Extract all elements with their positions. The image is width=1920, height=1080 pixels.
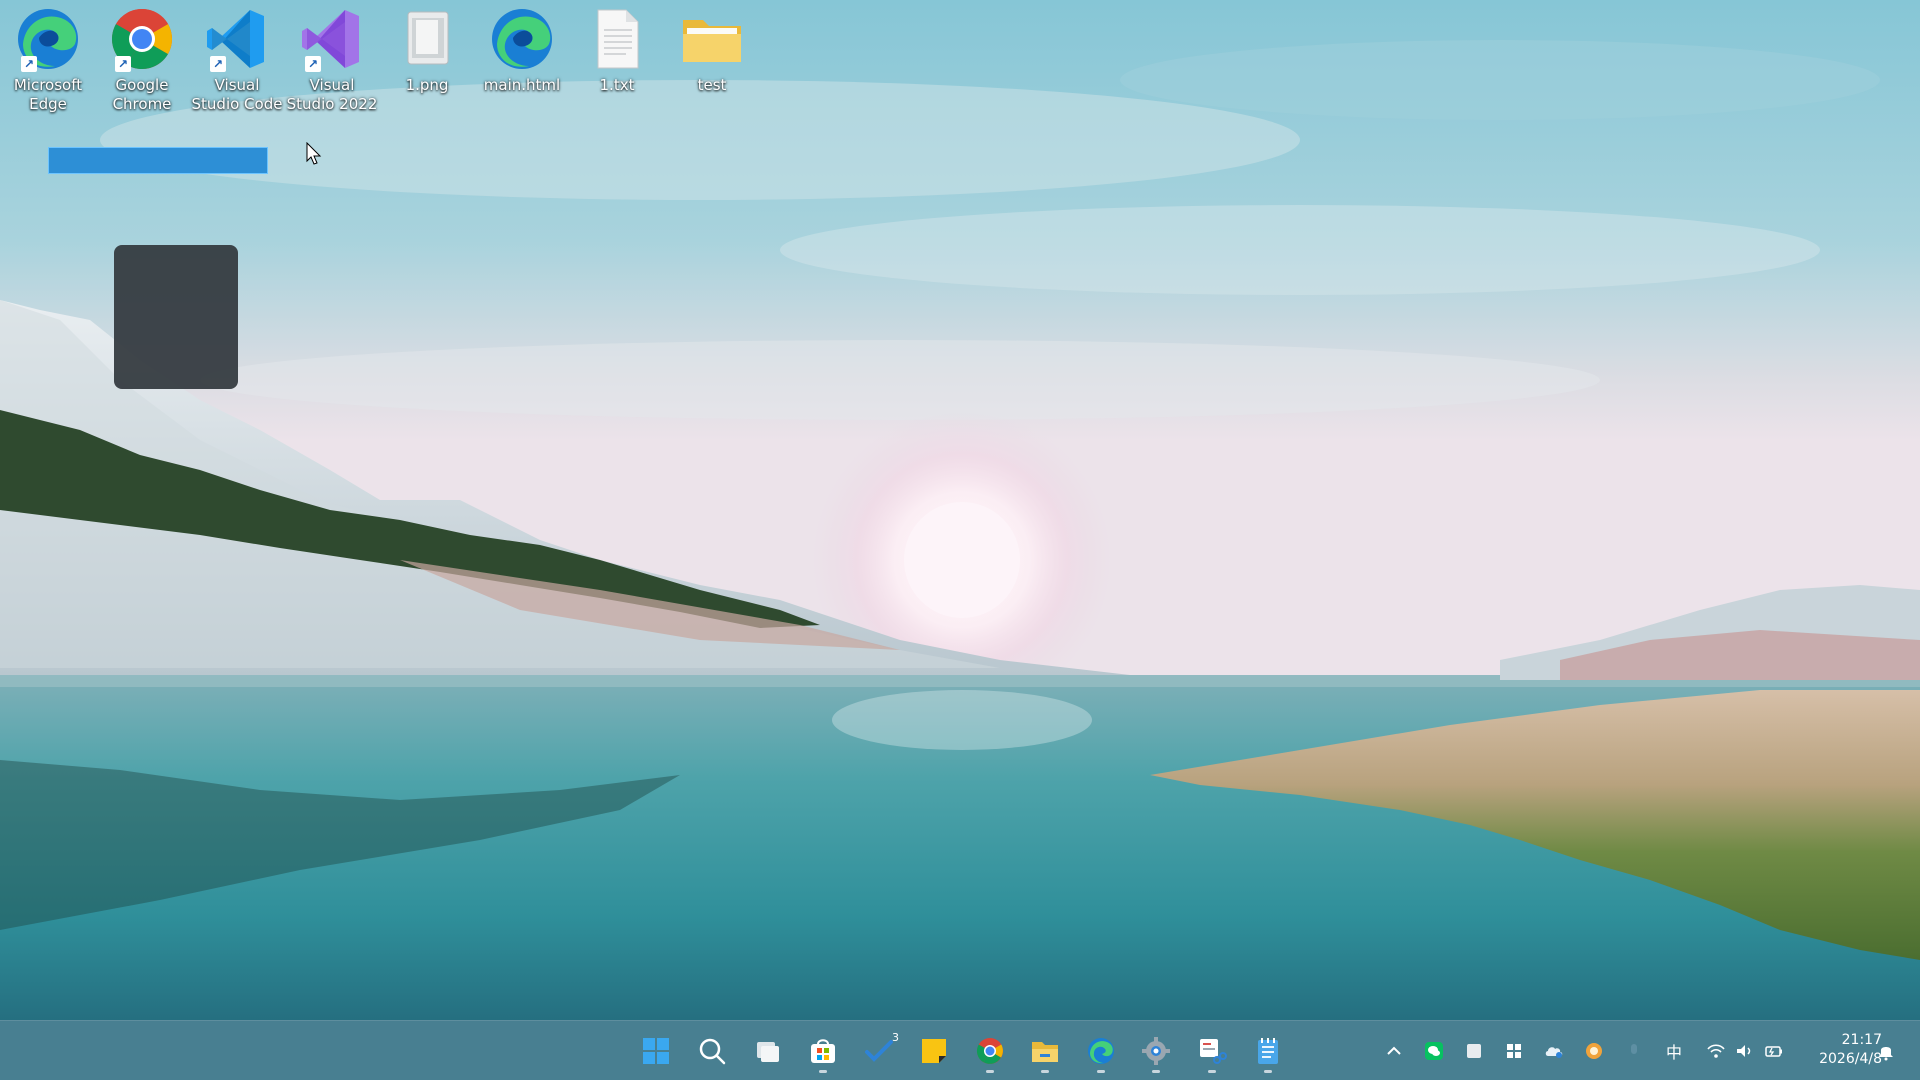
desktop-icon-label: test bbox=[697, 76, 727, 94]
taskbar: 3 中 21:17 2026/4/8 bbox=[0, 1020, 1920, 1080]
desktop-icon-label: Microsoft Edge bbox=[13, 76, 83, 113]
shortcut-arrow-icon: ↗ bbox=[210, 56, 226, 72]
tray-onedrive[interactable] bbox=[1540, 1037, 1568, 1065]
gear-icon bbox=[1142, 1037, 1170, 1065]
desktop-rename-box[interactable] bbox=[48, 147, 268, 174]
taskbar-chrome-button[interactable] bbox=[968, 1029, 1012, 1073]
mouse-cursor-icon bbox=[306, 142, 322, 165]
text-file-icon bbox=[582, 4, 652, 74]
chrome-icon: ↗ bbox=[107, 4, 177, 74]
floating-dark-tile bbox=[114, 245, 238, 389]
taskbar-sticky-notes-button[interactable] bbox=[912, 1029, 956, 1073]
desktop-icon-test[interactable]: test bbox=[665, 4, 759, 124]
app-window-icon bbox=[1467, 1044, 1481, 1058]
running-indicator bbox=[986, 1070, 994, 1073]
search-icon bbox=[699, 1038, 726, 1065]
taskbar-start-button[interactable] bbox=[634, 1029, 678, 1073]
edge-html-icon bbox=[487, 4, 557, 74]
running-indicator bbox=[1152, 1070, 1160, 1073]
orange-app-icon bbox=[1586, 1043, 1602, 1059]
taskbar-todo-button[interactable]: 3 bbox=[857, 1029, 901, 1073]
wechat-icon bbox=[1425, 1042, 1443, 1060]
tray-ime-indicator[interactable]: 中 bbox=[1660, 1037, 1688, 1065]
taskbar-task-view-button[interactable] bbox=[746, 1029, 790, 1073]
sticky-notes-icon bbox=[922, 1039, 946, 1063]
shortcut-arrow-icon: ↗ bbox=[21, 56, 37, 72]
chevron-up-icon bbox=[1387, 1046, 1401, 1055]
desktop-icon-main-html[interactable]: main.html bbox=[475, 4, 569, 124]
running-indicator bbox=[819, 1070, 827, 1073]
taskbar-store-button[interactable] bbox=[801, 1029, 845, 1073]
image-file-icon bbox=[392, 4, 462, 74]
clock-time: 21:17 bbox=[1841, 1032, 1882, 1048]
mic-icon bbox=[1631, 1044, 1637, 1054]
tray-orange-app[interactable] bbox=[1580, 1037, 1608, 1065]
tray-notifications-button[interactable] bbox=[1872, 1037, 1900, 1065]
windows-start-icon bbox=[643, 1038, 669, 1064]
desktop-wallpaper bbox=[0, 0, 1920, 1080]
desktop-icon-1-txt[interactable]: 1.txt bbox=[570, 4, 664, 124]
desktop-icon-label: 1.txt bbox=[599, 76, 635, 94]
task-view-icon bbox=[757, 1042, 779, 1062]
visual-studio-icon: ↗ bbox=[297, 4, 367, 74]
cloud-icon bbox=[1545, 1047, 1563, 1058]
desktop-icon-label: Visual Studio 2022 bbox=[286, 76, 378, 113]
desktop-icon-microsoft-edge[interactable]: ↗ Microsoft Edge bbox=[1, 4, 95, 124]
todo-badge: 3 bbox=[892, 1031, 899, 1044]
tray-battery[interactable] bbox=[1760, 1037, 1788, 1065]
tray-app-window[interactable] bbox=[1460, 1037, 1488, 1065]
taskbar-settings-button[interactable] bbox=[1134, 1029, 1178, 1073]
todo-check-icon bbox=[865, 1040, 893, 1062]
clock-date: 2026/4/8 bbox=[1819, 1051, 1882, 1067]
shortcut-arrow-icon: ↗ bbox=[305, 56, 321, 72]
running-indicator bbox=[1097, 1070, 1105, 1073]
tray-wechat[interactable] bbox=[1420, 1037, 1448, 1065]
taskbar-file-explorer-button[interactable] bbox=[1023, 1029, 1067, 1073]
tray-grid-app[interactable] bbox=[1500, 1037, 1528, 1065]
desktop-icon-label: main.html bbox=[483, 76, 561, 94]
running-indicator bbox=[1041, 1070, 1049, 1073]
vscode-icon: ↗ bbox=[202, 4, 272, 74]
folder-icon bbox=[1032, 1042, 1058, 1062]
taskbar-clock[interactable]: 21:17 2026/4/8 bbox=[1792, 1031, 1882, 1069]
folder-icon bbox=[677, 4, 747, 74]
taskbar-edge-button[interactable] bbox=[1079, 1029, 1123, 1073]
desktop-icon-google-chrome[interactable]: ↗ Google Chrome bbox=[95, 4, 189, 124]
desktop-icon-label: 1.png bbox=[405, 76, 449, 94]
tray-overflow-button[interactable] bbox=[1380, 1037, 1408, 1065]
desktop-icon-visual-studio-code[interactable]: ↗ Visual Studio Code bbox=[190, 4, 284, 124]
grid-app-icon bbox=[1507, 1044, 1521, 1058]
wifi-icon bbox=[1707, 1044, 1725, 1058]
notification-bell-icon bbox=[1879, 1047, 1893, 1061]
taskbar-notepad-button[interactable] bbox=[1246, 1029, 1290, 1073]
shortcut-arrow-icon: ↗ bbox=[115, 56, 131, 72]
desktop-icon-label: Visual Studio Code bbox=[191, 76, 283, 113]
tray-hidden-app[interactable] bbox=[1620, 1037, 1648, 1065]
chrome-icon bbox=[976, 1038, 1003, 1064]
taskbar-search-button[interactable] bbox=[690, 1029, 734, 1073]
tray-volume[interactable] bbox=[1730, 1037, 1758, 1065]
edge-icon: ↗ bbox=[13, 4, 83, 74]
desktop-icon-visual-studio-2022[interactable]: ↗ Visual Studio 2022 bbox=[285, 4, 379, 124]
running-indicator bbox=[1208, 1070, 1216, 1073]
edge-icon bbox=[1088, 1038, 1114, 1064]
battery-icon bbox=[1765, 1046, 1782, 1057]
store-icon bbox=[811, 1039, 835, 1063]
desktop-icon-area: ↗ Microsoft Edge ↗ Google Chrome ↗ Visua… bbox=[0, 0, 800, 130]
desktop-icon-label: Google Chrome bbox=[112, 76, 172, 113]
ime-label: 中 bbox=[1665, 1043, 1682, 1062]
speaker-icon bbox=[1737, 1045, 1751, 1057]
desktop-icon-1-png[interactable]: 1.png bbox=[380, 4, 474, 124]
tray-wifi[interactable] bbox=[1702, 1037, 1730, 1065]
running-indicator bbox=[1264, 1070, 1272, 1073]
taskbar-snipping-tool-button[interactable] bbox=[1190, 1029, 1234, 1073]
snipping-tool-icon bbox=[1200, 1039, 1227, 1064]
notepad-icon bbox=[1258, 1038, 1278, 1064]
